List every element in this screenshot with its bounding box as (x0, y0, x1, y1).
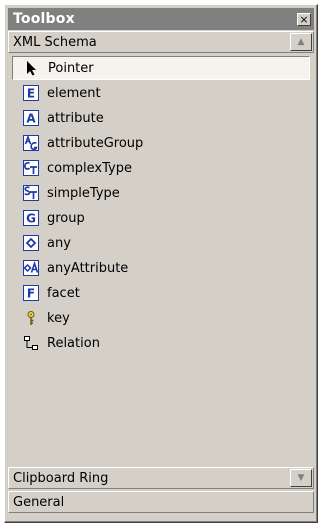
facet-icon: F (22, 284, 40, 302)
item-label: group (47, 210, 85, 226)
attribute-group-icon (22, 134, 40, 152)
element-icon: E (22, 84, 40, 102)
item-label: facet (47, 285, 80, 301)
toolbox-item-any[interactable]: any (12, 231, 310, 255)
window-title: Toolbox (13, 11, 75, 27)
key-icon (22, 309, 40, 327)
item-label: key (47, 310, 70, 326)
svg-text:E: E (27, 87, 35, 101)
relation-icon (22, 334, 40, 352)
tab-label: General (13, 494, 65, 510)
toolbox-item-element[interactable]: E element (12, 81, 310, 105)
item-label: simpleType (47, 185, 120, 201)
scroll-up-button[interactable]: ▲ (290, 33, 312, 51)
close-icon[interactable]: × (297, 12, 311, 26)
simple-type-icon (22, 184, 40, 202)
toolbox-item-group[interactable]: G group (12, 206, 310, 230)
toolbox-item-any-attribute[interactable]: anyAttribute (12, 256, 310, 280)
group-icon: G (22, 209, 40, 227)
tab-xml-schema[interactable]: XML Schema ▲ (8, 31, 314, 53)
item-label: anyAttribute (47, 260, 129, 276)
svg-text:G: G (26, 212, 36, 226)
toolbox-item-simple-type[interactable]: simpleType (12, 181, 310, 205)
title-bar[interactable]: Toolbox × (8, 8, 314, 30)
scroll-down-button[interactable]: ▼ (290, 469, 312, 487)
item-label: Relation (47, 335, 100, 351)
any-attribute-icon (22, 259, 40, 277)
attribute-icon: A (22, 109, 40, 127)
toolbox-item-relation[interactable]: Relation (12, 331, 310, 355)
tab-general[interactable]: General (8, 491, 314, 513)
any-icon (22, 234, 40, 252)
tab-clipboard-ring[interactable]: Clipboard Ring ▼ (8, 467, 314, 489)
toolbox-item-complex-type[interactable]: complexType (12, 156, 310, 180)
complex-type-icon (22, 159, 40, 177)
toolbox-item-pointer[interactable]: Pointer (12, 56, 310, 80)
item-label: complexType (47, 160, 132, 176)
svg-text:A: A (26, 112, 36, 126)
item-label: Pointer (48, 60, 94, 76)
toolbox-item-key[interactable]: key (12, 306, 310, 330)
toolbox-item-attribute[interactable]: A attribute (12, 106, 310, 130)
tab-label: XML Schema (13, 34, 97, 50)
item-label: attributeGroup (47, 135, 144, 151)
svg-text:F: F (27, 287, 35, 301)
item-label: element (47, 85, 101, 101)
tab-label: Clipboard Ring (13, 470, 109, 486)
item-label: any (47, 235, 71, 251)
toolbox-window: Toolbox × XML Schema ▲ Pointer E element… (4, 4, 318, 523)
toolbox-item-attribute-group[interactable]: attributeGroup (12, 131, 310, 155)
toolbox-item-facet[interactable]: F facet (12, 281, 310, 305)
pointer-icon (23, 59, 41, 77)
toolbox-item-list: Pointer E element A attribute attributeG… (8, 54, 314, 456)
item-label: attribute (47, 110, 104, 126)
